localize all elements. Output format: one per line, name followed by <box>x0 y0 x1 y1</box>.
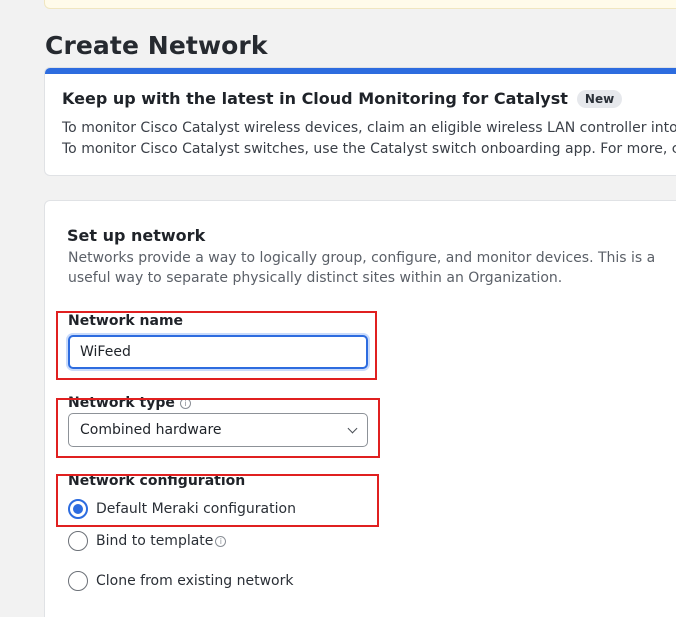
network-type-label: Network type i <box>68 395 191 411</box>
chevron-down-icon <box>347 423 358 433</box>
radio-button[interactable] <box>68 571 88 591</box>
setup-section-description: Networks provide a way to logically grou… <box>68 250 656 286</box>
network-type-select[interactable]: Combined hardware <box>68 413 368 447</box>
catalyst-promo-card: Keep up with the latest in Cloud Monitor… <box>44 67 676 176</box>
radio-bind-to-template[interactable]: Bind to template i <box>68 531 227 551</box>
new-badge: New <box>576 89 623 108</box>
radio-default-meraki-config[interactable]: Default Meraki configuration <box>68 499 296 519</box>
radio-clone-existing-network[interactable]: Clone from existing network <box>68 571 293 591</box>
page-title: Create Network <box>45 31 268 60</box>
radio-label-default: Default Meraki configuration <box>96 501 296 517</box>
bind-template-info-icon[interactable]: i <box>215 535 227 547</box>
radio-label-clone: Clone from existing network <box>96 573 294 589</box>
network-config-label-text: Network configuration <box>68 473 246 489</box>
radio-button-checked[interactable] <box>68 499 88 519</box>
setup-section-title: Set up network <box>67 226 206 245</box>
promo-line-wireless: To monitor Cisco Catalyst wireless devic… <box>62 120 676 136</box>
network-name-input[interactable] <box>68 335 368 369</box>
network-type-info-icon[interactable]: i <box>179 397 191 409</box>
promo-heading-text: Keep up with the latest in Cloud Monitor… <box>62 89 568 108</box>
network-type-selected-value: Combined hardware <box>80 422 222 438</box>
promo-accent-bar <box>45 68 676 74</box>
network-type-label-text: Network type <box>68 395 175 411</box>
promo-heading: Keep up with the latest in Cloud Monitor… <box>62 89 623 108</box>
network-name-label: Network name <box>68 313 183 329</box>
network-name-label-text: Network name <box>68 313 184 329</box>
radio-button[interactable] <box>68 531 88 551</box>
radio-label-bind-template: Bind to template <box>96 533 214 549</box>
promo-line-switches: To monitor Cisco Catalyst switches, use … <box>62 141 676 157</box>
top-notice-banner <box>44 0 676 9</box>
network-config-label: Network configuration <box>68 473 245 489</box>
